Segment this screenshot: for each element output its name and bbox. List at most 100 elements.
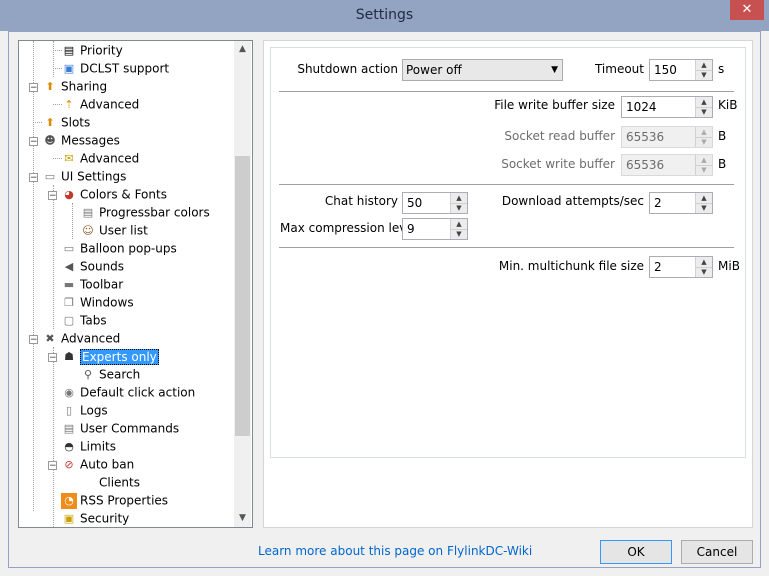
cancel-button[interactable]: Cancel bbox=[681, 540, 753, 564]
socket-write-buffer-unit: B bbox=[718, 157, 727, 171]
balloon-icon: ▭ bbox=[63, 241, 75, 255]
separator bbox=[279, 247, 734, 248]
gauge-icon: ◓ bbox=[64, 439, 74, 453]
scroll-thumb[interactable] bbox=[235, 156, 250, 436]
socket-read-buffer-input: 65536 ▲ ▼ bbox=[621, 126, 713, 148]
auto-ban-icon: ⊘ bbox=[64, 457, 74, 471]
timeout-unit: s bbox=[718, 62, 725, 76]
collapse-auto-ban[interactable]: − bbox=[48, 461, 57, 471]
tree-item-colors-fonts[interactable]: ◕ Colors & Fonts bbox=[61, 185, 167, 203]
slots-icon: ⬆ bbox=[45, 115, 55, 129]
priority-icon: ▤ bbox=[63, 43, 75, 57]
progressbar-icon: ▤ bbox=[82, 205, 94, 219]
file-write-buffer-unit: KiB bbox=[718, 98, 738, 112]
settings-tree[interactable]: − − − − − − − ▤ Priority ▣ DCLST support ⬆… bbox=[18, 40, 253, 528]
shutdown-action-select[interactable]: Power off ▼ bbox=[402, 59, 563, 81]
tree-item-messages-advanced[interactable]: ✉ Advanced bbox=[61, 149, 139, 167]
tree-item-security[interactable]: ▣ Security bbox=[61, 509, 129, 527]
collapse-advanced[interactable]: − bbox=[29, 335, 38, 345]
tree-item-auto-ban[interactable]: ⊘ Auto ban bbox=[61, 455, 134, 473]
collapse-sharing[interactable]: − bbox=[29, 83, 38, 93]
ok-button[interactable]: OK bbox=[600, 540, 672, 564]
window-title: Settings bbox=[355, 7, 414, 23]
min-multichunk-unit: MiB bbox=[718, 259, 740, 273]
download-attempts-stepper[interactable]: ▲ ▼ bbox=[695, 193, 712, 213]
tree-item-messages[interactable]: ☻ Messages bbox=[42, 131, 120, 149]
collapse-colors-fonts[interactable]: − bbox=[48, 191, 57, 201]
tree-item-search[interactable]: ⚲ Search bbox=[80, 365, 140, 383]
timeout-label: Timeout bbox=[594, 62, 644, 76]
socket-read-buffer-stepper: ▲ ▼ bbox=[695, 127, 712, 147]
chat-history-stepper[interactable]: ▲ ▼ bbox=[450, 193, 467, 213]
toolbar-icon: ▬ bbox=[63, 277, 75, 291]
timeout-stepper[interactable]: ▲ ▼ bbox=[695, 60, 712, 80]
tree-item-advanced[interactable]: ✖ Advanced bbox=[42, 329, 120, 347]
collapse-ui-settings[interactable]: − bbox=[29, 173, 38, 183]
tree-item-logs[interactable]: ▯ Logs bbox=[61, 401, 108, 419]
clients-icon bbox=[80, 475, 96, 491]
tree-item-toolbar[interactable]: ▬ Toolbar bbox=[61, 275, 123, 293]
scroll-up-arrow-icon[interactable]: ▲ bbox=[234, 41, 251, 58]
user-list-icon: ☺ bbox=[82, 223, 94, 237]
tree-item-dclst-support[interactable]: ▣ DCLST support bbox=[61, 59, 169, 77]
file-write-buffer-label: File write buffer size bbox=[494, 98, 615, 112]
socket-write-buffer-label: Socket write buffer bbox=[501, 157, 615, 171]
file-write-buffer-stepper[interactable]: ▲ ▼ bbox=[695, 97, 712, 117]
tree-item-windows[interactable]: ❐ Windows bbox=[61, 293, 134, 311]
download-attempts-input[interactable]: 2 ▲ ▼ bbox=[649, 192, 713, 214]
tree-item-clients[interactable]: Clients bbox=[80, 473, 140, 491]
min-multichunk-stepper[interactable]: ▲ ▼ bbox=[695, 257, 712, 277]
tree-item-balloon-popups[interactable]: ▭ Balloon pop-ups bbox=[61, 239, 177, 257]
dclst-icon: ▣ bbox=[63, 61, 75, 75]
min-multichunk-label: Min. multichunk file size bbox=[498, 259, 644, 273]
separator bbox=[279, 91, 734, 92]
tree-item-slots[interactable]: ⬆ Slots bbox=[42, 113, 90, 131]
messages-icon: ☻ bbox=[44, 133, 56, 147]
tabs-icon: ▢ bbox=[63, 313, 75, 327]
lock-icon: ▣ bbox=[63, 511, 75, 525]
separator bbox=[279, 184, 734, 185]
ui-settings-icon: ▭ bbox=[44, 169, 56, 183]
max-compression-input[interactable]: 9 ▲ ▼ bbox=[402, 218, 468, 240]
messages-advanced-icon: ✉ bbox=[64, 151, 74, 165]
socket-write-buffer-input: 65536 ▲ ▼ bbox=[621, 154, 713, 176]
tree-item-ui-settings[interactable]: ▭ UI Settings bbox=[42, 167, 127, 185]
tree-item-sharing[interactable]: ⬆ Sharing bbox=[42, 77, 107, 95]
search-icon: ⚲ bbox=[83, 367, 93, 381]
socket-write-buffer-stepper: ▲ ▼ bbox=[695, 155, 712, 175]
timeout-input[interactable]: 150 ▲ ▼ bbox=[649, 59, 713, 81]
rss-icon: ◔ bbox=[61, 492, 77, 509]
collapse-messages[interactable]: − bbox=[29, 137, 38, 147]
tree-item-experts-only[interactable]: ☗ Experts only bbox=[61, 347, 159, 365]
sharing-icon: ⬆ bbox=[45, 79, 55, 93]
tree-item-user-commands[interactable]: ▤ User Commands bbox=[61, 419, 179, 437]
tree-item-user-list[interactable]: ☺ User list bbox=[80, 221, 148, 239]
close-button[interactable]: ✕ bbox=[730, 0, 764, 20]
logs-icon: ▯ bbox=[65, 403, 73, 417]
file-write-buffer-input[interactable]: 1024 ▲ ▼ bbox=[621, 96, 713, 118]
palette-icon: ◕ bbox=[64, 187, 74, 201]
speaker-icon: ◀ bbox=[64, 259, 74, 273]
tree-scrollbar[interactable]: ▲ ▼ bbox=[234, 41, 251, 527]
tools-icon: ✖ bbox=[45, 331, 55, 345]
tree-item-tabs[interactable]: ▢ Tabs bbox=[61, 311, 107, 329]
tree-item-progressbar-colors[interactable]: ▤ Progressbar colors bbox=[80, 203, 210, 221]
user-commands-icon: ▤ bbox=[63, 421, 75, 435]
help-link[interactable]: Learn more about this page on FlylinkDC-… bbox=[258, 541, 532, 561]
tree-item-default-click-action[interactable]: ◉ Default click action bbox=[61, 383, 195, 401]
tree-item-priority[interactable]: ▤ Priority bbox=[61, 41, 123, 59]
tree-item-limits[interactable]: ◓ Limits bbox=[61, 437, 116, 455]
tree-item-sharing-advanced[interactable]: ⇡ Advanced bbox=[61, 95, 139, 113]
chat-history-input[interactable]: 50 ▲ ▼ bbox=[402, 192, 468, 214]
min-multichunk-input[interactable]: 2 ▲ ▼ bbox=[649, 256, 713, 278]
collapse-experts-only[interactable]: − bbox=[48, 353, 57, 363]
max-compression-stepper[interactable]: ▲ ▼ bbox=[450, 219, 467, 239]
download-attempts-label: Download attempts/sec bbox=[501, 194, 644, 208]
chat-history-label: Chat history bbox=[324, 194, 398, 208]
tree-item-sounds[interactable]: ◀ Sounds bbox=[61, 257, 124, 275]
sharing-advanced-icon: ⇡ bbox=[64, 97, 74, 111]
max-compression-label: Max compression level bbox=[280, 221, 418, 235]
tree-item-rss-properties[interactable]: ◔ RSS Properties bbox=[61, 491, 168, 509]
scroll-down-arrow-icon[interactable]: ▼ bbox=[234, 510, 251, 527]
windows-icon: ❐ bbox=[64, 295, 74, 309]
